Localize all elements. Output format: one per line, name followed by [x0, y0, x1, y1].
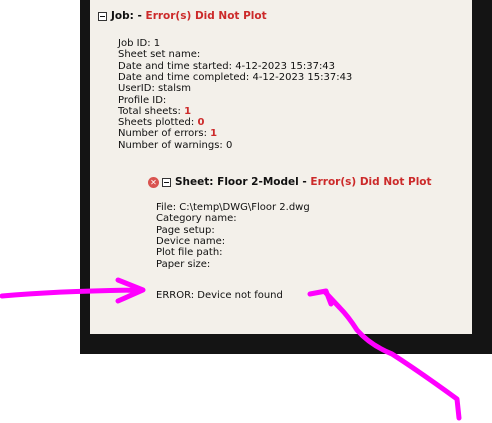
sheet-detail-line: Page setup: [156, 225, 215, 236]
job-detail-label: UserID: [118, 83, 158, 95]
error-message: ERROR: Device not found [156, 290, 283, 301]
plot-details-panel: Job: - Error(s) Did Not Plot Job ID: 1 Sh… [90, 0, 472, 334]
job-detail-line: Date and time completed: 4-12-2023 15:37… [118, 72, 352, 83]
job-detail-line: Total sheets: 1 [118, 106, 191, 117]
sheet-detail-label: Category name: [156, 213, 237, 225]
job-heading: Job: - Error(s) Did Not Plot [111, 10, 267, 22]
job-detail-value: 1 [184, 105, 192, 117]
sheet-detail-label: File: [156, 202, 180, 213]
job-heading-separator: - [133, 10, 146, 22]
sheet-detail-line: Device name: [156, 236, 225, 247]
job-detail-value: 4-12-2023 15:37:43 [252, 71, 353, 83]
sheet-heading: Sheet: Floor 2-Model - Error(s) Did Not … [175, 176, 432, 188]
job-detail-label: Number of errors: [118, 128, 211, 140]
error-x-icon: ✕ [148, 177, 159, 188]
sheet-status: Error(s) Did Not Plot [310, 176, 432, 188]
job-detail-value: 4-12-2023 15:37:43 [235, 60, 336, 72]
job-detail-value: 1 [153, 38, 161, 49]
job-detail-label: Date and time started: [118, 60, 236, 72]
job-heading-label: Job: [111, 10, 134, 22]
job-detail-line: Date and time started: 4-12-2023 15:37:4… [118, 61, 335, 72]
job-detail-label: Number of warnings: [118, 139, 226, 151]
job-detail-label: Sheet set name: [118, 49, 201, 61]
sheet-heading-label: Sheet: Floor 2-Model [175, 176, 299, 188]
job-detail-line: Number of errors: 1 [118, 128, 217, 139]
sheet-detail-line: Category name: [156, 213, 237, 224]
job-detail-line: UserID: stalsm [118, 83, 191, 94]
job-status: Error(s) Did Not Plot [145, 10, 267, 22]
job-detail-value: 0 [197, 117, 205, 129]
job-detail-label: Profile ID: [118, 94, 167, 106]
sheet-detail-line: Paper size: [156, 259, 210, 270]
sheet-detail-label: Plot file path: [156, 247, 223, 259]
job-detail-line: Sheets plotted: 0 [118, 117, 204, 128]
job-detail-value: 1 [210, 128, 218, 140]
job-detail-value: stalsm [158, 83, 191, 95]
sheet-detail-value: C:\temp\DWG\Floor 2.dwg [179, 202, 310, 213]
job-detail-line: Sheet set name: [118, 49, 200, 60]
job-detail-line: Job ID: 1 [118, 38, 160, 49]
job-detail-line: Number of warnings: 0 [118, 140, 232, 151]
job-detail-label: Sheets plotted: [118, 117, 198, 129]
sheet-detail-line: Plot file path: [156, 247, 223, 258]
sheet-detail-line: File: C:\temp\DWG\Floor 2.dwg [156, 202, 310, 213]
sheet-detail-label: Device name: [156, 235, 226, 247]
job-detail-line: Profile ID: [118, 95, 166, 106]
job-detail-label: Job ID: [118, 38, 154, 49]
job-detail-label: Date and time completed: [118, 71, 253, 83]
sheet-heading-separator: - [298, 176, 311, 188]
sheet-detail-label: Page setup: [156, 224, 215, 236]
job-detail-label: Total sheets: [118, 105, 185, 117]
sheet-collapse-icon[interactable] [162, 178, 171, 187]
sheet-detail-label: Paper size: [156, 258, 211, 270]
job-collapse-icon[interactable] [98, 12, 107, 21]
screenshot-stage: Job: - Error(s) Did Not Plot Job ID: 1 Sh… [0, 0, 492, 423]
job-detail-value: 0 [225, 139, 233, 151]
